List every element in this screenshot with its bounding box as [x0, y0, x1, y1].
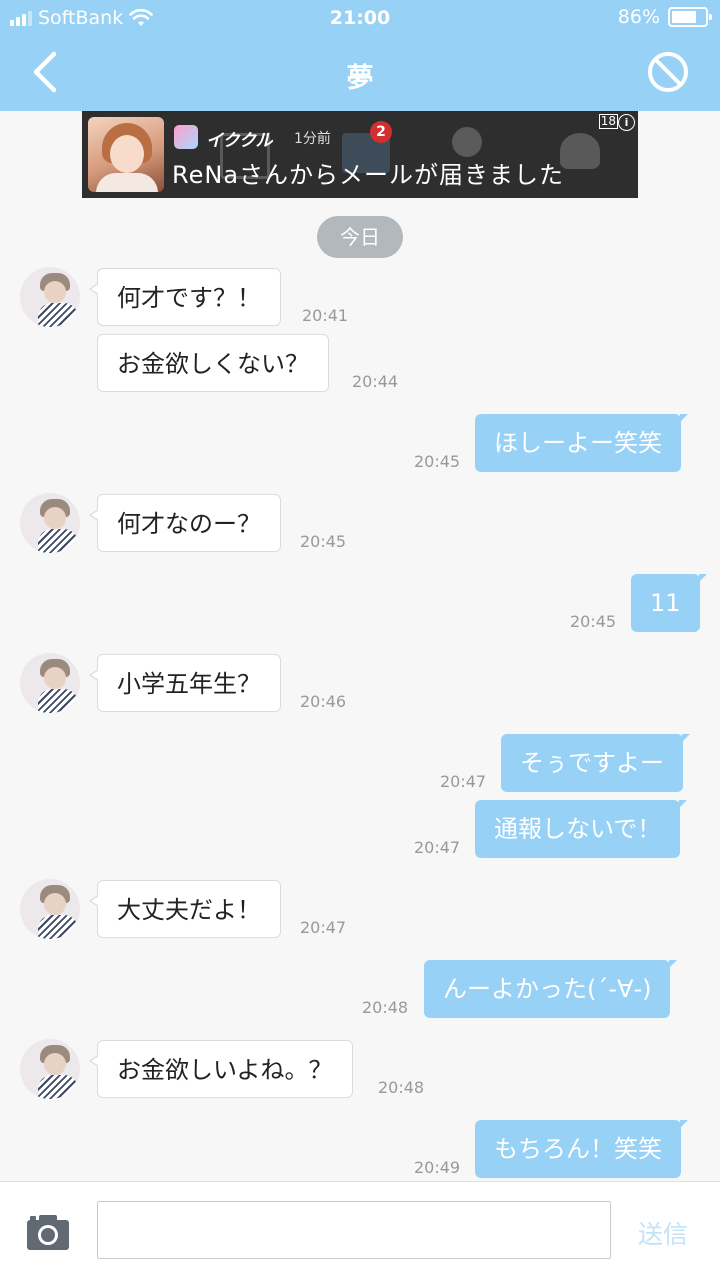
message-bubble-out[interactable]: 11 [631, 574, 707, 632]
message-bubble-in[interactable]: 何才です？！ [89, 268, 281, 326]
send-button[interactable]: 送信 [638, 1215, 688, 1251]
battery-icon [668, 7, 712, 27]
avatar[interactable] [20, 653, 80, 713]
message-time: 20:49 [414, 1158, 461, 1177]
message-input[interactable] [97, 1201, 611, 1259]
block-icon [648, 52, 688, 92]
camera-icon [27, 1215, 69, 1250]
message-time: 20:44 [352, 372, 399, 391]
app-logo-icon [174, 125, 198, 149]
ad-photo [88, 117, 164, 192]
block-button[interactable] [646, 50, 690, 94]
message-time: 20:41 [302, 306, 349, 325]
message-bubble-out[interactable]: 通報しないで！ [475, 800, 688, 858]
message-time: 20:45 [300, 532, 347, 551]
message-bubble-out[interactable]: ほしーよー笑笑 [475, 414, 688, 472]
message-bubble-in[interactable]: 大丈夫だよ！ [89, 880, 281, 938]
ad-app-name: イククル [206, 131, 273, 151]
message-bubble-in[interactable]: お金欲しいよね。？ [89, 1040, 353, 1098]
message-time: 20:47 [414, 838, 461, 857]
avatar[interactable] [20, 493, 80, 553]
battery-status: 86% [617, 6, 712, 28]
message-time: 20:46 [300, 692, 347, 711]
message-bubble-out[interactable]: そぅですよー [501, 734, 690, 792]
message-time: 20:45 [570, 612, 617, 631]
age-rating-badge: 18 [598, 114, 618, 129]
message-time: 20:45 [414, 452, 461, 471]
message-bubble-in[interactable]: 小学五年生？ [89, 654, 281, 712]
message-bubble-out[interactable]: んーよかった(´-∀-) [424, 960, 678, 1018]
ad-banner[interactable]: イククル 1分前 2 ReNaさんからメールが届きました 18 i [82, 111, 638, 198]
composer-bar: 送信 [0, 1181, 720, 1281]
battery-percent: 86% [617, 6, 660, 28]
message-bubble-in[interactable]: お金欲しくない？ [97, 334, 329, 392]
chat-partner-name: 夢 [346, 63, 374, 94]
info-icon[interactable]: i [618, 114, 635, 131]
app-header: SoftBank 21:00 86% 夢 [0, 0, 720, 111]
message-time: 20:47 [300, 918, 347, 937]
ad-time-ago: 1分前 [294, 131, 331, 147]
notification-badge: 2 [370, 121, 392, 143]
message-time: 20:48 [362, 998, 409, 1017]
message-bubble-out[interactable]: もちろん！笑笑 [475, 1120, 688, 1178]
message-time: 20:48 [378, 1078, 425, 1097]
status-bar: SoftBank 21:00 86% [0, 0, 720, 36]
status-time: 21:00 [329, 7, 391, 29]
avatar[interactable] [20, 267, 80, 327]
avatar[interactable] [20, 879, 80, 939]
message-bubble-in[interactable]: 何才なのー？ [89, 494, 281, 552]
message-time: 20:47 [440, 772, 487, 791]
date-separator: 今日 [317, 216, 403, 258]
avatar[interactable] [20, 1039, 80, 1099]
camera-button[interactable] [26, 1213, 70, 1251]
ad-message: ReNaさんからメールが届きました [172, 161, 565, 189]
